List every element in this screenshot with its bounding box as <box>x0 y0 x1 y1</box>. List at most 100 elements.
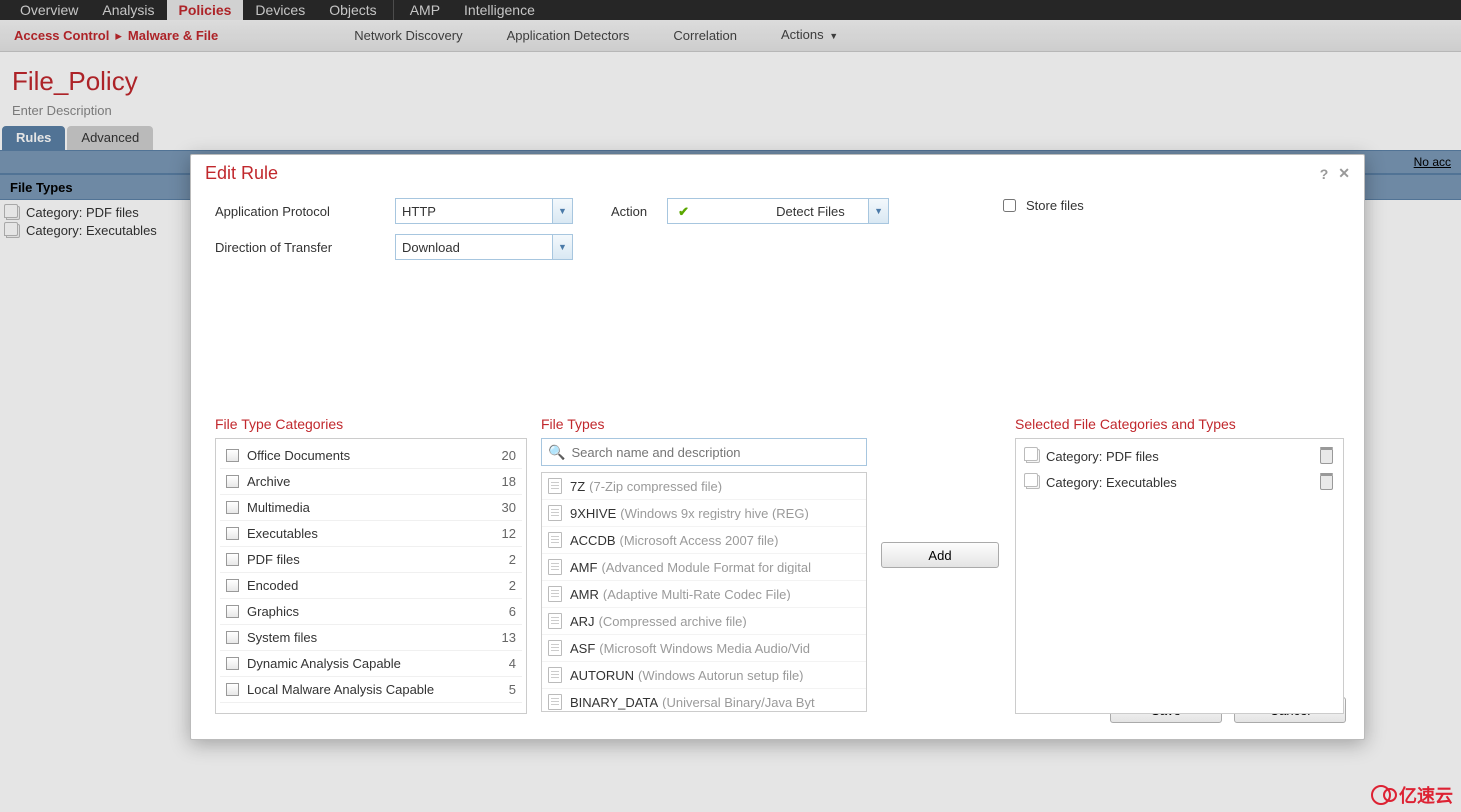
document-icon <box>1026 475 1040 489</box>
app-protocol-select[interactable]: HTTP ▼ <box>395 198 573 224</box>
file-type-desc: (Advanced Module Format for digital <box>601 561 811 574</box>
file-type-row[interactable]: AMR (Adaptive Multi-Rate Codec File) <box>542 581 866 608</box>
selected-list: Category: PDF filesCategory: Executables <box>1015 438 1344 714</box>
category-row[interactable]: Executables12 <box>220 521 522 547</box>
label-store-files: Store files <box>1026 198 1084 213</box>
category-row[interactable]: Encoded2 <box>220 573 522 599</box>
category-label: Executables <box>247 526 490 541</box>
file-type-name: 9XHIVE <box>570 507 616 520</box>
category-row[interactable]: System files13 <box>220 625 522 651</box>
category-count: 2 <box>490 578 516 593</box>
search-input[interactable] <box>571 445 860 460</box>
search-icon: 🔍 <box>548 444 565 461</box>
selected-row: Category: Executables <box>1020 469 1339 495</box>
file-type-row[interactable]: AUTORUN (Windows Autorun setup file) <box>542 662 866 689</box>
trash-icon[interactable] <box>1320 475 1333 490</box>
category-count: 12 <box>490 526 516 541</box>
label-app-protocol: Application Protocol <box>215 204 395 219</box>
file-type-row[interactable]: 7Z (7-Zip compressed file) <box>542 473 866 500</box>
close-icon[interactable]: ✕ <box>1338 165 1350 182</box>
file-type-name: ACCDB <box>570 534 616 547</box>
checkbox-icon[interactable] <box>226 605 239 618</box>
checkbox-icon[interactable] <box>226 657 239 670</box>
file-type-row[interactable]: 9XHIVE (Windows 9x registry hive (REG) <box>542 500 866 527</box>
file-type-desc: (Compressed archive file) <box>599 615 747 628</box>
panel-add: Add <box>881 416 1001 687</box>
categories-list: Office Documents20Archive18Multimedia30E… <box>215 438 527 714</box>
direction-value: Download <box>396 240 552 255</box>
checkbox-icon[interactable] <box>226 475 239 488</box>
file-type-row[interactable]: ARJ (Compressed archive file) <box>542 608 866 635</box>
file-type-desc: (Windows Autorun setup file) <box>638 669 803 682</box>
checkbox-icon[interactable] <box>226 631 239 644</box>
add-button[interactable]: Add <box>881 542 999 568</box>
category-count: 4 <box>490 656 516 671</box>
category-count: 30 <box>490 500 516 515</box>
file-icon <box>548 532 562 548</box>
file-type-name: BINARY_DATA <box>570 696 658 709</box>
category-row[interactable]: Dynamic Analysis Capable4 <box>220 651 522 677</box>
file-type-row[interactable]: ACCDB (Microsoft Access 2007 file) <box>542 527 866 554</box>
category-count: 18 <box>490 474 516 489</box>
action-value: Detect Files <box>770 204 868 219</box>
category-row[interactable]: Graphics6 <box>220 599 522 625</box>
panels-container: File Type Categories Office Documents20A… <box>215 416 1344 687</box>
file-icon <box>548 478 562 494</box>
file-type-row[interactable]: BINARY_DATA (Universal Binary/Java Byt <box>542 689 866 712</box>
chevron-down-icon: ▼ <box>868 199 888 223</box>
file-type-desc: (Adaptive Multi-Rate Codec File) <box>603 588 791 601</box>
category-row[interactable]: PDF files2 <box>220 547 522 573</box>
check-icon: ✔ <box>672 204 770 218</box>
category-row[interactable]: Office Documents20 <box>220 443 522 469</box>
action-select[interactable]: ✔ Detect Files ▼ <box>667 198 889 224</box>
file-icon <box>548 640 562 656</box>
direction-select[interactable]: Download ▼ <box>395 234 573 260</box>
checkbox-icon[interactable] <box>226 553 239 566</box>
category-label: Multimedia <box>247 500 490 515</box>
category-label: Graphics <box>247 604 490 619</box>
file-type-desc: (Microsoft Access 2007 file) <box>620 534 779 547</box>
checkbox-icon[interactable] <box>226 579 239 592</box>
dialog-title: Edit Rule <box>205 163 1310 184</box>
file-type-name: ASF <box>570 642 595 655</box>
selected-label: Category: Executables <box>1046 475 1320 490</box>
chevron-down-icon: ▼ <box>552 199 572 223</box>
store-files-checkbox[interactable] <box>1003 199 1016 212</box>
watermark: 亿速云 <box>1371 782 1453 808</box>
category-count: 20 <box>490 448 516 463</box>
file-type-row[interactable]: ASF (Microsoft Windows Media Audio/Vid <box>542 635 866 662</box>
panel-file-types: File Types 🔍 7Z (7-Zip compressed file)9… <box>541 416 867 687</box>
logo-icon <box>1383 788 1397 802</box>
help-icon[interactable]: ? <box>1320 166 1329 182</box>
file-type-desc: (Universal Binary/Java Byt <box>662 696 814 709</box>
file-icon <box>548 586 562 602</box>
checkbox-icon[interactable] <box>226 449 239 462</box>
file-types-list[interactable]: 7Z (7-Zip compressed file)9XHIVE (Window… <box>541 472 867 712</box>
category-label: Encoded <box>247 578 490 593</box>
trash-icon[interactable] <box>1320 449 1333 464</box>
checkbox-icon[interactable] <box>226 501 239 514</box>
category-row[interactable]: Multimedia30 <box>220 495 522 521</box>
checkbox-icon[interactable] <box>226 683 239 696</box>
document-icon <box>1026 449 1040 463</box>
category-row[interactable]: Archive18 <box>220 469 522 495</box>
category-count: 6 <box>490 604 516 619</box>
watermark-text: 亿速云 <box>1399 782 1453 808</box>
category-count: 5 <box>490 682 516 697</box>
category-label: Local Malware Analysis Capable <box>247 682 490 697</box>
panel-types-title: File Types <box>541 416 867 432</box>
file-type-name: ARJ <box>570 615 595 628</box>
file-type-name: 7Z <box>570 480 585 493</box>
checkbox-icon[interactable] <box>226 527 239 540</box>
category-label: Archive <box>247 474 490 489</box>
panel-categories: File Type Categories Office Documents20A… <box>215 416 527 687</box>
category-row[interactable]: Local Malware Analysis Capable5 <box>220 677 522 703</box>
app-protocol-value: HTTP <box>396 204 552 219</box>
category-count: 13 <box>490 630 516 645</box>
category-label: PDF files <box>247 552 490 567</box>
file-type-name: AMF <box>570 561 597 574</box>
chevron-down-icon: ▼ <box>552 235 572 259</box>
dialog-titlebar: Edit Rule ? ✕ <box>191 155 1364 194</box>
row-direction: Direction of Transfer Download ▼ <box>215 234 1344 260</box>
file-type-row[interactable]: AMF (Advanced Module Format for digital <box>542 554 866 581</box>
